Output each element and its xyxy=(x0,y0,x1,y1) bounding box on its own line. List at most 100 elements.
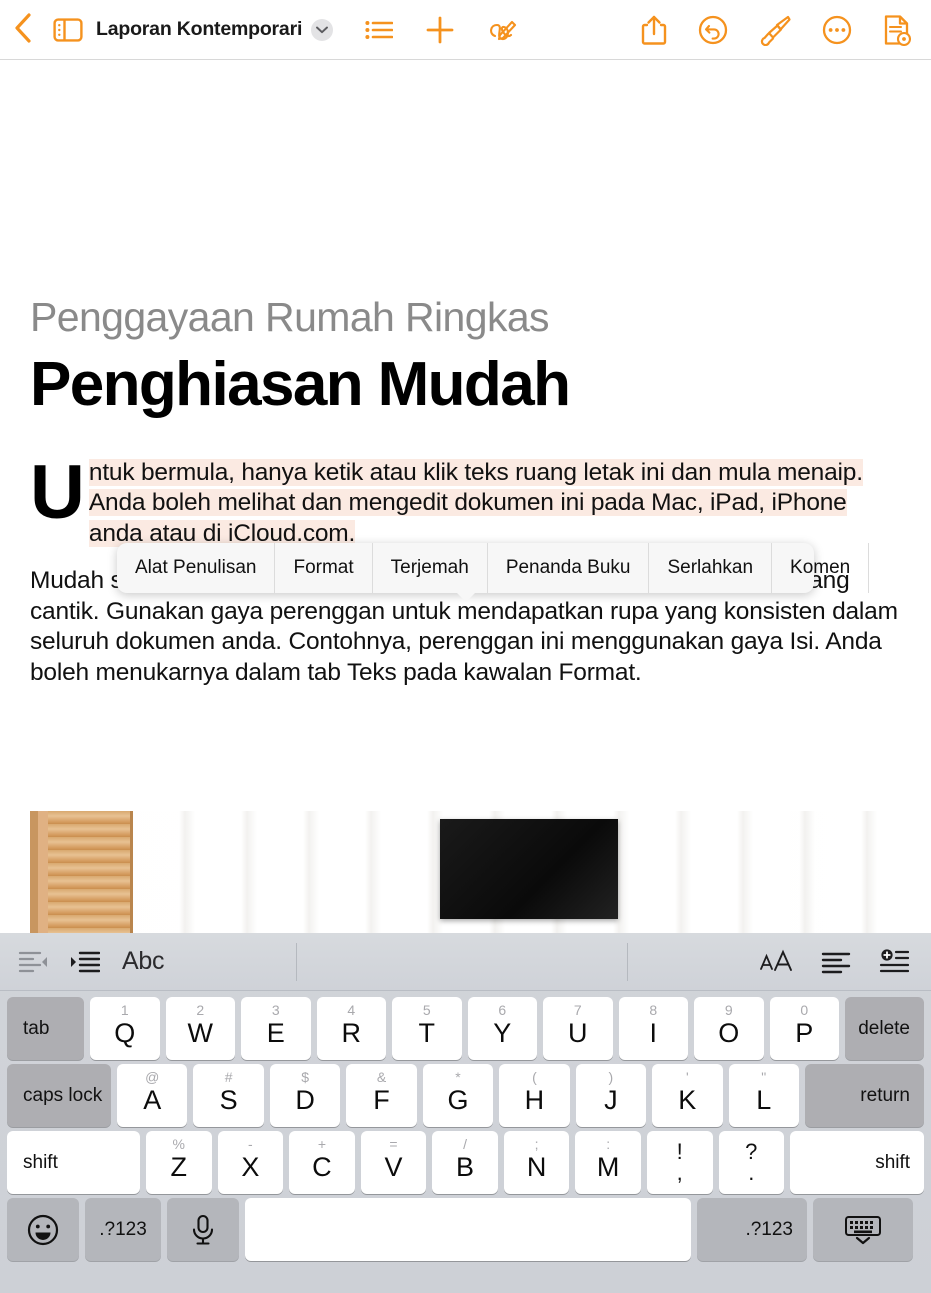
paintbrush-icon xyxy=(760,15,791,46)
document-view-icon xyxy=(884,14,911,46)
key-b[interactable]: / B xyxy=(432,1131,498,1194)
draw-button[interactable] xyxy=(487,14,519,46)
key-s[interactable]: # S xyxy=(193,1064,264,1127)
key-e[interactable]: 3E xyxy=(241,997,311,1060)
text-align-button[interactable] xyxy=(821,949,851,975)
key-numbers-right[interactable]: .?123 xyxy=(697,1198,807,1261)
undo-button[interactable] xyxy=(698,15,728,45)
context-menu-item-highlight[interactable]: Serlahkan xyxy=(649,543,773,593)
paragraph-one-text: ntuk bermula, hanya ketik atau klik teks… xyxy=(88,458,863,547)
key-m-label: M xyxy=(596,1151,620,1182)
document-canvas[interactable]: Penggayaan Rumah Ringkas Penghiasan Muda… xyxy=(0,61,931,933)
paragraph-one[interactable]: Untuk bermula, hanya ketik atau klik tek… xyxy=(30,454,901,550)
key-b-secondary: / xyxy=(463,1136,467,1152)
key-r[interactable]: 4R xyxy=(316,997,386,1060)
key-z-label: Z xyxy=(170,1151,188,1182)
key-g[interactable]: * G xyxy=(422,1064,494,1127)
key-comma[interactable]: !, xyxy=(646,1131,713,1194)
format-button[interactable] xyxy=(759,14,791,46)
key-j-label: J xyxy=(604,1084,618,1115)
key-d[interactable]: $ D xyxy=(269,1064,341,1127)
key-p-label: P xyxy=(795,1017,814,1048)
key-k[interactable]: ' K xyxy=(652,1064,723,1127)
key-e-secondary: 3 xyxy=(271,1002,280,1018)
key-a-secondary: @ xyxy=(145,1069,160,1085)
outdent-button[interactable] xyxy=(18,949,48,975)
key-a-label: A xyxy=(143,1084,162,1115)
key-numbers-left[interactable]: .?123 xyxy=(85,1198,161,1261)
key-h-label: H xyxy=(524,1084,545,1115)
key-shift-left[interactable]: shift xyxy=(7,1131,140,1194)
key-i[interactable]: 8I xyxy=(618,997,688,1060)
key-v[interactable]: = V xyxy=(360,1131,427,1194)
key-period[interactable]: ?. xyxy=(718,1131,785,1194)
insert-item-button[interactable] xyxy=(879,948,909,975)
bullet-list-button[interactable] xyxy=(365,18,394,42)
shortcut-divider-left xyxy=(295,942,297,981)
toolbar-right-group xyxy=(641,14,911,46)
share-button[interactable] xyxy=(641,14,667,46)
key-i-secondary: 8 xyxy=(649,1002,658,1018)
key-delete[interactable]: delete xyxy=(845,997,924,1060)
key-microphone[interactable] xyxy=(167,1198,239,1261)
title-menu-button[interactable] xyxy=(311,18,334,41)
key-c[interactable]: + C xyxy=(289,1131,355,1194)
key-t-secondary: 5 xyxy=(422,1002,431,1018)
key-y[interactable]: 6Y xyxy=(467,997,537,1060)
key-m[interactable]: :M xyxy=(575,1131,641,1194)
key-c-secondary: + xyxy=(317,1136,326,1152)
add-button[interactable] xyxy=(425,15,455,45)
back-button[interactable] xyxy=(0,0,46,60)
key-i-label: I xyxy=(649,1017,657,1048)
key-g-label: G xyxy=(447,1084,469,1115)
key-o[interactable]: 9O xyxy=(694,997,764,1060)
key-x[interactable]: -X xyxy=(217,1131,284,1194)
document-title[interactable]: Laporan Kontemporari xyxy=(96,18,302,41)
context-menu-item-bookmark[interactable]: Penanda Buku xyxy=(488,543,650,593)
key-j[interactable]: ) J xyxy=(575,1064,647,1127)
key-n[interactable]: ; N xyxy=(503,1131,570,1194)
key-tab[interactable]: tab xyxy=(7,997,84,1060)
key-t[interactable]: 5T xyxy=(392,997,462,1060)
text-size-button[interactable] xyxy=(759,949,793,975)
text-align-icon xyxy=(821,952,851,973)
scribble-pencil-icon xyxy=(490,20,517,40)
indent-icon xyxy=(71,951,100,972)
key-n-label: N xyxy=(526,1151,547,1182)
key-p[interactable]: 0P xyxy=(769,997,839,1060)
sidebar-toggle-button[interactable] xyxy=(46,0,90,60)
indent-button[interactable] xyxy=(70,949,100,975)
more-button[interactable] xyxy=(822,15,852,45)
key-emoji[interactable] xyxy=(7,1198,79,1261)
text-size-icon xyxy=(760,949,792,971)
key-u[interactable]: 7U xyxy=(543,997,613,1060)
key-h[interactable]: (H xyxy=(499,1064,570,1127)
key-shift-right[interactable]: shift xyxy=(790,1131,925,1194)
key-r-secondary: 4 xyxy=(347,1002,356,1018)
document-image[interactable] xyxy=(30,811,901,933)
key-z[interactable]: % Z xyxy=(146,1131,212,1194)
key-o-label: O xyxy=(718,1017,740,1048)
photo-wall-art xyxy=(440,819,618,919)
key-k-secondary: ' xyxy=(685,1069,689,1085)
document-view-button[interactable] xyxy=(883,14,911,46)
key-z-secondary: % xyxy=(172,1136,186,1152)
text-context-menu: Alat Penulisan Format Terjemah Penanda B… xyxy=(117,543,870,602)
key-caps-lock[interactable]: caps lock xyxy=(7,1064,111,1127)
key-l[interactable]: " L xyxy=(728,1064,799,1127)
key-a[interactable]: @ A xyxy=(117,1064,188,1127)
context-menu-item-writing-tools[interactable]: Alat Penulisan xyxy=(117,543,276,593)
key-q[interactable]: 1Q xyxy=(90,997,160,1060)
key-f[interactable]: & F xyxy=(346,1064,417,1127)
key-c-label: C xyxy=(312,1151,332,1182)
key-d-label: D xyxy=(295,1084,315,1115)
context-menu-item-format[interactable]: Format xyxy=(275,543,373,593)
key-space[interactable] xyxy=(245,1198,691,1261)
style-abc-button[interactable]: Abc xyxy=(122,947,164,976)
chevron-down-icon xyxy=(316,26,329,33)
key-dismiss-keyboard[interactable] xyxy=(813,1198,913,1261)
context-menu-item-comment[interactable]: Komen xyxy=(772,543,870,593)
key-return[interactable]: return xyxy=(804,1064,924,1127)
context-menu-item-translate[interactable]: Terjemah xyxy=(373,543,488,593)
key-w[interactable]: 2W xyxy=(165,997,235,1060)
